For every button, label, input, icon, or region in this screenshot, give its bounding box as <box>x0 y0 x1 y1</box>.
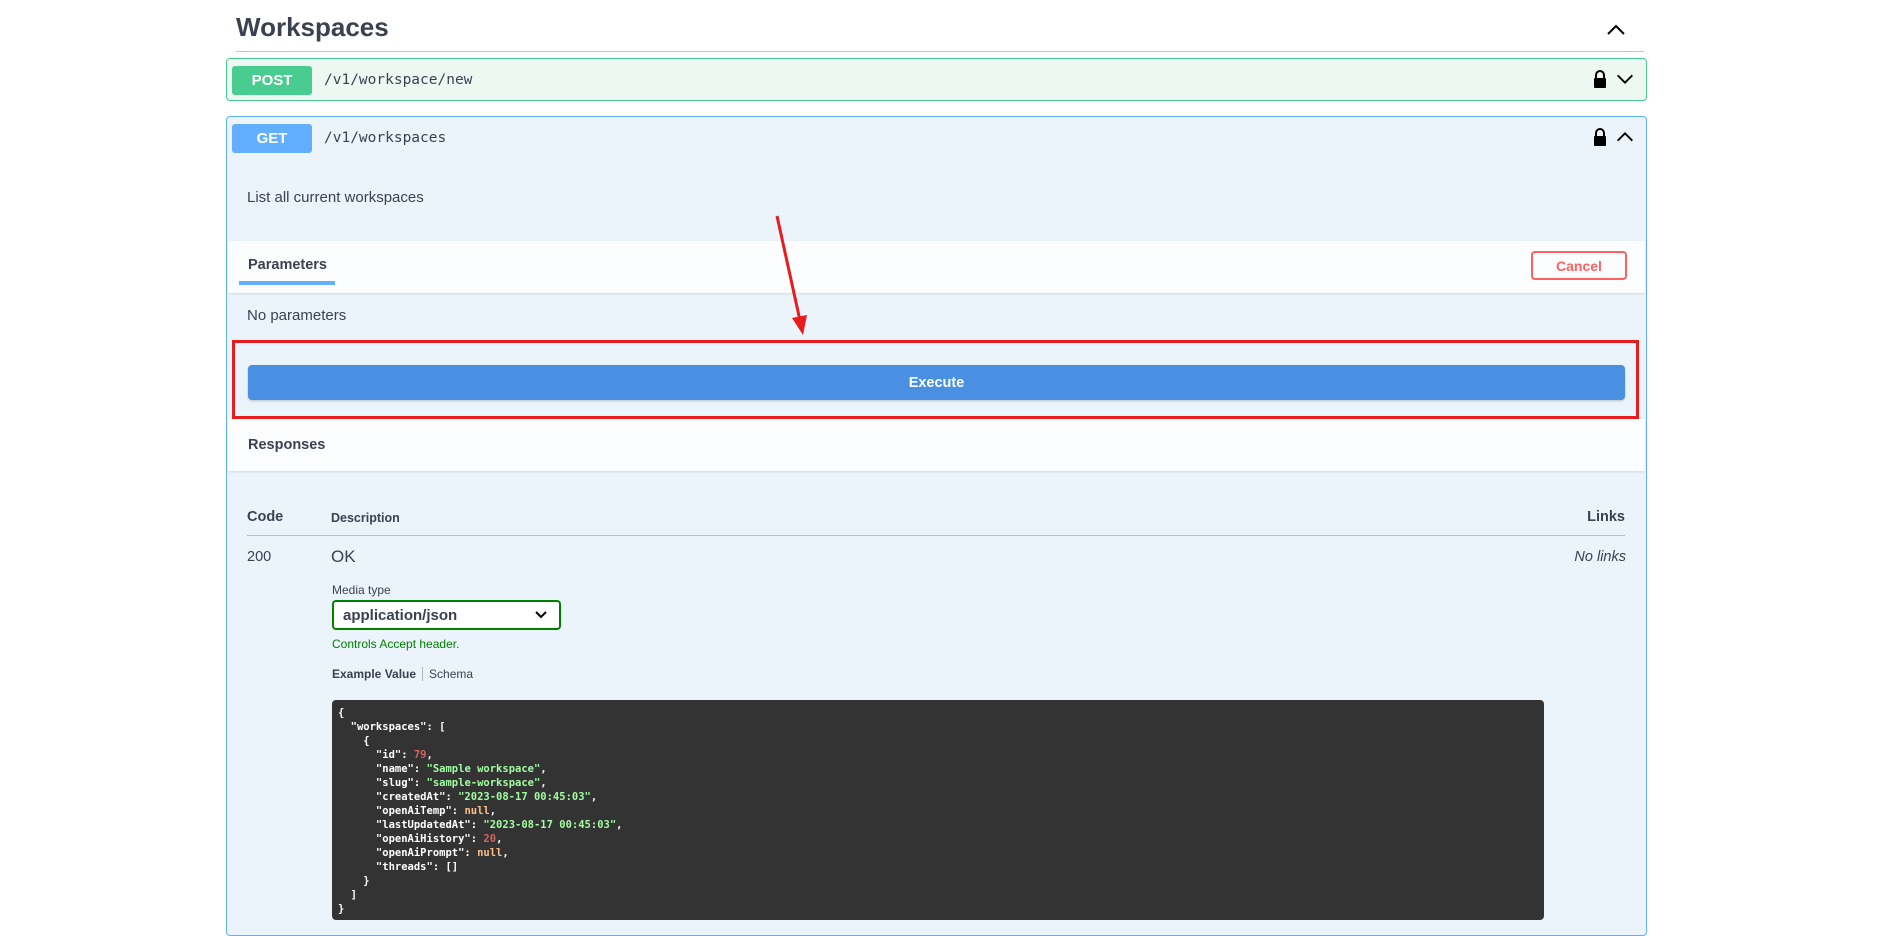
code-line: "id": 79, <box>338 748 1538 762</box>
code-token: "openAiHistory": <box>338 833 484 845</box>
code-token: , <box>489 805 497 817</box>
code-token: "lastUpdatedAt": <box>338 819 484 831</box>
example-json-code: { "workspaces": [ { "id": 79, "name": "S… <box>332 700 1544 920</box>
section-header[interactable]: Workspaces <box>236 8 1644 52</box>
code-line: } <box>338 874 1538 888</box>
code-line: "name": "Sample workspace", <box>338 762 1538 776</box>
parameters-tab[interactable]: Parameters <box>248 257 327 273</box>
code-token: "Sample workspace" <box>426 763 541 775</box>
code-token: "2023-08-17 00:45:03" <box>483 819 617 831</box>
chevron-up-icon[interactable] <box>1614 126 1636 153</box>
endpoint-path: /v1/workspaces <box>324 130 447 146</box>
response-links: No links <box>1574 549 1626 565</box>
parameters-tab-indicator <box>239 281 335 285</box>
tab-schema[interactable]: Schema <box>429 667 473 681</box>
code-token: "sample-workspace" <box>426 777 541 789</box>
code-token: , <box>496 833 503 845</box>
endpoint-path: /v1/workspace/new <box>324 72 473 88</box>
responses-title: Responses <box>248 437 326 453</box>
no-parameters-text: No parameters <box>247 307 347 324</box>
media-type-select[interactable]: application/json <box>332 600 561 630</box>
lock-icon[interactable] <box>1592 127 1608 152</box>
responses-table-header: Code Description Links <box>247 505 1625 536</box>
code-token: 20 <box>483 833 497 845</box>
column-header-code: Code <box>247 509 284 525</box>
code-token: , <box>426 749 433 761</box>
code-token: , <box>540 777 547 789</box>
media-type-label: Media type <box>332 583 391 597</box>
code-line: } <box>338 902 1538 916</box>
code-token: "openAiPrompt": <box>338 847 478 859</box>
example-tabs: Example Value Schema <box>332 667 473 681</box>
code-token: "workspaces": [ <box>338 721 446 733</box>
controls-accept-text: Controls Accept header. <box>332 637 460 651</box>
summary-icons <box>1592 68 1636 95</box>
execute-button[interactable]: Execute <box>248 365 1625 400</box>
column-header-links: Links <box>1587 509 1625 525</box>
code-token: } <box>338 875 370 887</box>
code-token: "id": <box>338 749 414 761</box>
chevron-down-icon[interactable] <box>1614 68 1636 95</box>
code-line: "openAiHistory": 20, <box>338 832 1538 846</box>
method-badge-get: GET <box>232 123 312 153</box>
tab-example-value[interactable]: Example Value <box>332 667 416 681</box>
code-line: { <box>338 706 1538 720</box>
code-line: "openAiTemp": null, <box>338 804 1538 818</box>
code-line: "threads": [] <box>338 860 1538 874</box>
lock-icon[interactable] <box>1592 69 1608 94</box>
code-line: "workspaces": [ <box>338 720 1538 734</box>
code-token: 79 <box>413 749 427 761</box>
operation-description: List all current workspaces <box>247 189 424 206</box>
code-token: "name": <box>338 763 427 775</box>
code-token: "slug": <box>338 777 427 789</box>
summary-icons <box>1592 126 1636 153</box>
code-token: "threads": [] <box>338 861 459 873</box>
code-token: "2023-08-17 00:45:03" <box>458 791 591 803</box>
code-token: null <box>477 847 503 859</box>
cancel-button[interactable]: Cancel <box>1531 251 1627 280</box>
response-code: 200 <box>247 549 272 565</box>
chevron-down-icon <box>535 611 547 619</box>
responses-header: Responses <box>228 419 1645 471</box>
column-header-description: Description <box>331 511 400 525</box>
chevron-up-icon[interactable] <box>1604 18 1628 42</box>
code-token: { <box>338 707 345 719</box>
tab-divider <box>422 667 424 681</box>
opblock-summary-post[interactable]: POST /v1/workspace/new <box>227 59 1646 101</box>
code-line: ] <box>338 888 1538 902</box>
code-line: "createdAt": "2023-08-17 00:45:03", <box>338 790 1538 804</box>
opblock-summary-get[interactable]: GET /v1/workspaces <box>227 117 1646 159</box>
opblock-post-workspace-new: POST /v1/workspace/new <box>226 58 1647 101</box>
section-title: Workspaces <box>236 12 389 42</box>
media-type-value: application/json <box>343 606 458 624</box>
code-token: null <box>464 805 490 817</box>
code-token: , <box>502 847 509 859</box>
method-badge-post: POST <box>232 65 312 95</box>
code-token: ] <box>338 889 357 901</box>
code-token: , <box>540 763 547 775</box>
code-token: { <box>338 735 370 747</box>
opblock-get-workspaces: GET /v1/workspaces List all current work… <box>226 116 1647 936</box>
parameters-header: Parameters Cancel <box>228 241 1645 293</box>
code-token: , <box>616 819 623 831</box>
response-description: OK <box>331 547 356 566</box>
code-line: { <box>338 734 1538 748</box>
code-line: "openAiPrompt": null, <box>338 846 1538 860</box>
code-token: "openAiTemp": <box>338 805 465 817</box>
code-line: "slug": "sample-workspace", <box>338 776 1538 790</box>
code-token: , <box>590 791 598 803</box>
code-token: "createdAt": <box>338 791 459 803</box>
code-token: } <box>338 903 345 915</box>
code-line: "lastUpdatedAt": "2023-08-17 00:45:03", <box>338 818 1538 832</box>
